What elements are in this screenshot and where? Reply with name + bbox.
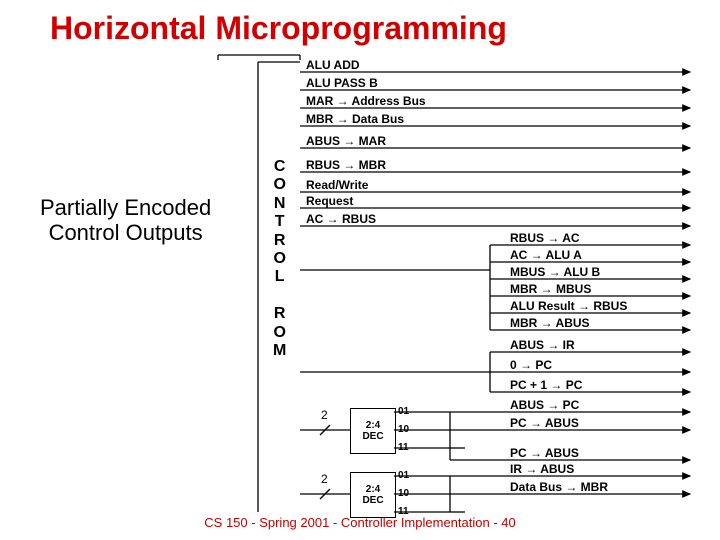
dec-signal: PC → ABUS [510,416,579,430]
dec-signal: IR → ABUS [510,462,574,476]
dec-signal: Data Bus → MBR [510,480,608,494]
bus-width: 2 [321,472,328,486]
branch-signal: MBR → MBUS [510,282,591,296]
slide-title: Horizontal Microprogramming [50,10,507,47]
decoder-code: 10 [398,424,409,435]
direct-signal: MBR → Data Bus [306,112,404,126]
branch-signal: MBUS → ALU B [510,265,600,279]
subtitle-l2: Control Outputs [49,220,203,245]
direct-signal: Read/Write [306,178,368,192]
branch-signal: ALU Result → RBUS [510,299,627,313]
decoder-code: 11 [398,442,409,453]
branch-signal: 0 → PC [510,358,552,372]
direct-signal: MAR → Address Bus [306,94,426,108]
decoder-code: 01 [398,470,409,481]
dec-signal: ABUS → PC [510,398,579,412]
decoder-box: 2:4DEC [350,472,396,518]
control-rom-label: CONTROL ROM [273,158,286,360]
dec-signal: PC → ABUS [510,446,579,460]
direct-signal: RBUS → MBR [306,158,386,172]
decoder-box: 2:4DEC [350,408,396,454]
decoder-code: 10 [398,488,409,499]
direct-signal: Request [306,194,353,208]
slide-subtitle: Partially Encoded Control Outputs [40,195,211,246]
branch-signal: MBR → ABUS [510,316,590,330]
direct-signal: ALU ADD [306,58,360,72]
branch-signal: AC → ALU A [510,248,582,262]
direct-signal: AC → RBUS [306,212,376,226]
subtitle-l1: Partially Encoded [40,195,211,220]
decoder-code: 01 [398,406,409,417]
direct-signal: ALU PASS B [306,76,378,90]
bus-width: 2 [321,408,328,422]
direct-signal: ABUS → MAR [306,134,386,148]
slide-footer: CS 150 - Spring 2001 - Controller Implem… [0,515,720,530]
branch-signal: PC + 1 → PC [510,378,582,392]
branch-signal: ABUS → IR [510,338,575,352]
branch-signal: RBUS → AC [510,231,580,245]
